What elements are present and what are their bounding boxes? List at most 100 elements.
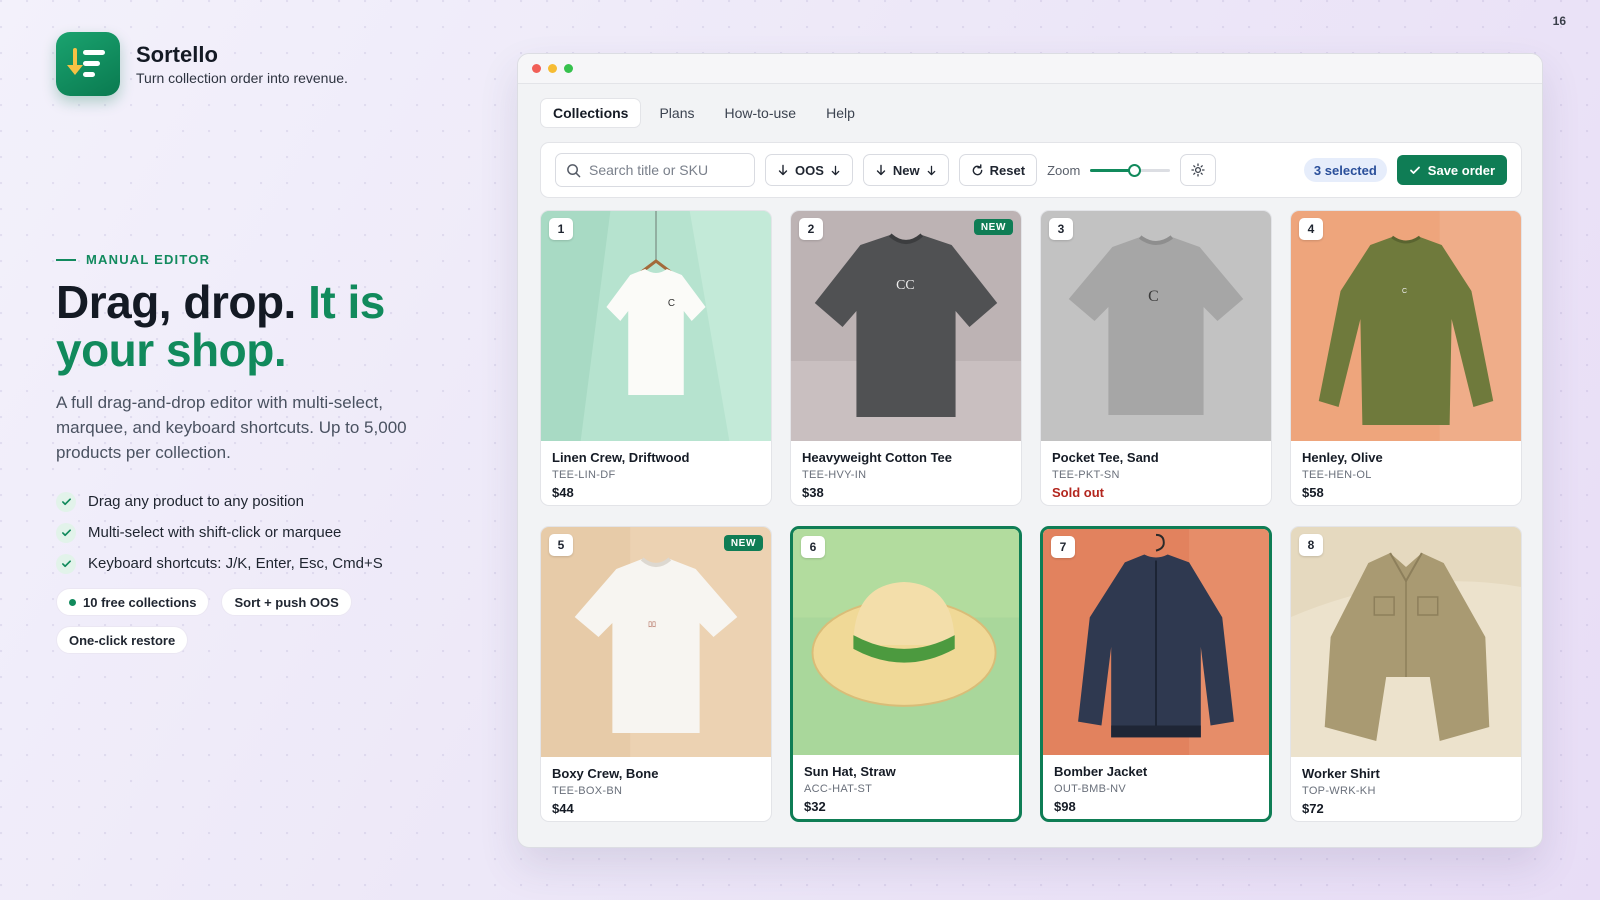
product-sku: ACC-HAT-ST — [804, 783, 873, 795]
pill-label: One-click restore — [69, 632, 176, 648]
product-price: $58 — [1302, 485, 1324, 500]
olive-long-sleeve-image: C — [1291, 211, 1521, 441]
brand-name: Sortello — [136, 42, 218, 67]
tab-collections[interactable]: Collections — [540, 98, 642, 128]
window-titlebar — [518, 54, 1542, 84]
product-sku: TEE-PKT-SN — [1052, 469, 1120, 481]
product-image: C 1 — [541, 211, 771, 441]
position-number: 5 — [549, 534, 573, 556]
product-image: 7 — [1043, 529, 1269, 755]
product-price: $98 — [1054, 799, 1076, 814]
position-number: 2 — [799, 218, 823, 240]
svg-text:C: C — [1402, 288, 1407, 295]
check-icon — [1409, 166, 1420, 174]
product-sku: TOP-WRK-KH — [1302, 785, 1376, 797]
check-icon — [56, 522, 76, 543]
product-name: Heavyweight Cotton Tee — [802, 450, 953, 465]
save-order-button[interactable]: Save order — [1396, 155, 1507, 185]
sold-out-label: Sold out — [1052, 485, 1104, 500]
feature-list: Drag any product to any position Multi-s… — [56, 486, 383, 579]
reset-label: Reset — [989, 162, 1026, 178]
page-number: 16 — [1552, 14, 1566, 28]
product-sku: TEE-HVY-IN — [802, 469, 867, 481]
toolbar: OOS New Reset Zoom 3 selected Save order — [540, 142, 1522, 198]
tab-help[interactable]: Help — [814, 98, 867, 128]
maximize-window-icon[interactable] — [564, 64, 573, 73]
feature-item: Multi-select with shift-click or marquee — [56, 517, 383, 548]
product-image: CC 2 NEW — [791, 211, 1021, 441]
tab-plans[interactable]: Plans — [647, 98, 706, 128]
new-badge: NEW — [723, 535, 763, 551]
check-icon — [56, 491, 76, 512]
product-price: $38 — [802, 485, 824, 500]
pill-label: Sort + push OOS — [234, 594, 339, 610]
white-tee-image: ﾛﾛ — [541, 527, 771, 757]
eyebrow-line — [56, 258, 76, 261]
tab-bar: Collections Plans How-to-use Help — [540, 98, 867, 128]
product-name: Worker Shirt — [1302, 766, 1380, 781]
sun-icon — [1191, 163, 1205, 177]
product-name: Pocket Tee, Sand — [1052, 450, 1159, 465]
status-dot-icon — [69, 598, 76, 606]
sortello-logo-icon — [56, 32, 120, 96]
product-price: $72 — [1302, 801, 1324, 816]
app-window: Collections Plans How-to-use Help OOS Ne… — [517, 53, 1543, 848]
product-image: C 3 — [1041, 211, 1271, 441]
pill-label: 10 free collections — [83, 594, 197, 610]
sort-oos-button[interactable]: OOS — [765, 154, 853, 186]
zoom-slider[interactable] — [1090, 163, 1171, 177]
search-box[interactable] — [555, 153, 755, 187]
straw-hat-image — [793, 529, 1019, 755]
product-price: $44 — [552, 801, 574, 816]
product-card[interactable]: 8 Worker Shirt TOP-WRK-KH $72 — [1290, 526, 1522, 822]
product-card-selected[interactable]: 6 Sun Hat, Straw ACC-HAT-ST $32 — [790, 526, 1022, 822]
product-card[interactable]: C 4 Henley, Olive TEE-HEN-OL $58 — [1290, 210, 1522, 506]
charcoal-tee-image: CC — [791, 211, 1021, 441]
search-input[interactable] — [589, 162, 739, 178]
product-name: Sun Hat, Straw — [804, 764, 896, 779]
selected-count-badge: 3 selected — [1303, 158, 1387, 182]
product-card[interactable]: C 3 Pocket Tee, Sand TEE-PKT-SN Sold out — [1040, 210, 1272, 506]
product-sku: OUT-BMB-NV — [1054, 783, 1127, 795]
brand-tagline: Turn collection order into revenue. — [136, 70, 348, 86]
save-order-label: Save order — [1427, 162, 1495, 178]
product-card[interactable]: ﾛﾛ 5 NEW Boxy Crew, Bone TEE-BOX-BN $44 — [540, 526, 772, 822]
minimize-window-icon[interactable] — [548, 64, 557, 73]
zoom-label: Zoom — [1047, 162, 1081, 178]
product-card[interactable]: CC 2 NEW Heavyweight Cotton Tee TEE-HVY-… — [790, 210, 1022, 506]
close-window-icon[interactable] — [532, 64, 541, 73]
feature-text: Multi-select with shift-click or marquee — [88, 524, 342, 541]
position-number: 8 — [1299, 534, 1323, 556]
sort-new-button[interactable]: New — [862, 154, 949, 186]
search-icon — [567, 163, 581, 177]
feature-item: Keyboard shortcuts: J/K, Enter, Esc, Cmd… — [56, 548, 383, 579]
product-card[interactable]: C 1 Linen Crew, Driftwood TEE-LIN-DF $48 — [540, 210, 772, 506]
product-image: 8 — [1291, 527, 1521, 757]
product-image: 6 — [793, 529, 1019, 755]
tab-how-to-use[interactable]: How-to-use — [713, 98, 809, 128]
product-price: $48 — [552, 485, 574, 500]
position-number: 4 — [1299, 218, 1323, 240]
feature-item: Drag any product to any position — [56, 486, 383, 517]
arrow-down-icon — [876, 164, 886, 176]
product-name: Bomber Jacket — [1054, 764, 1148, 779]
product-image: ﾛﾛ 5 NEW — [541, 527, 771, 757]
svg-text:C: C — [1148, 288, 1159, 305]
brightness-button[interactable] — [1180, 154, 1217, 186]
arrow-down-icon — [778, 164, 788, 176]
zoom-slider-thumb[interactable] — [1128, 164, 1142, 177]
reset-button[interactable]: Reset — [958, 154, 1038, 186]
pill-sort-push-oos: Sort + push OOS — [221, 588, 352, 616]
headline-part1: Drag, drop. — [56, 276, 296, 328]
eyebrow-text: MANUAL EDITOR — [86, 252, 211, 267]
product-card-selected[interactable]: 7 Bomber Jacket OUT-BMB-NV $98 — [1040, 526, 1272, 822]
position-number: 1 — [549, 218, 573, 240]
position-number: 7 — [1051, 536, 1075, 558]
new-badge: NEW — [973, 219, 1013, 235]
lede: A full drag-and-drop editor with multi-s… — [56, 393, 407, 462]
product-name: Boxy Crew, Bone — [552, 766, 659, 781]
svg-text:ﾛﾛ: ﾛﾛ — [648, 620, 656, 629]
product-image: C 4 — [1291, 211, 1521, 441]
sort-oos-label: OOS — [795, 162, 824, 178]
product-sku: TEE-HEN-OL — [1302, 469, 1372, 481]
